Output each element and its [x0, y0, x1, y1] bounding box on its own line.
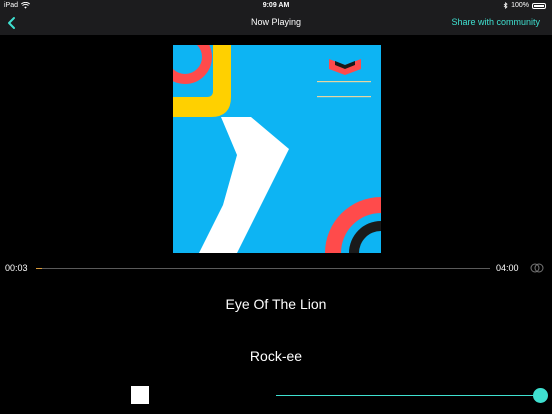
- status-right: 100%: [503, 2, 546, 9]
- song-title: Eye Of The Lion: [225, 296, 327, 312]
- volume-fill: [276, 395, 540, 396]
- volume-slider[interactable]: [276, 388, 548, 403]
- stop-button[interactable]: [131, 386, 149, 404]
- nav-bar: Now Playing Share with community: [0, 12, 552, 35]
- bluetooth-icon: [503, 2, 508, 9]
- share-with-community-button[interactable]: Share with community: [451, 17, 540, 27]
- elapsed-time: 00:03: [5, 263, 28, 273]
- airplay-icon[interactable]: [530, 263, 544, 273]
- volume-knob[interactable]: [533, 388, 548, 403]
- battery-icon: [532, 2, 546, 9]
- progress-fill: [36, 268, 42, 269]
- progress-scrubber[interactable]: [36, 268, 490, 269]
- status-bar: iPad 9:09 AM 100%: [0, 0, 552, 12]
- battery-percent: 100%: [511, 2, 529, 9]
- artist-name: Rock-ee: [249, 348, 303, 364]
- total-time: 04:00: [496, 263, 519, 273]
- status-time: 9:09 AM: [262, 2, 290, 9]
- album-artwork: [173, 45, 381, 253]
